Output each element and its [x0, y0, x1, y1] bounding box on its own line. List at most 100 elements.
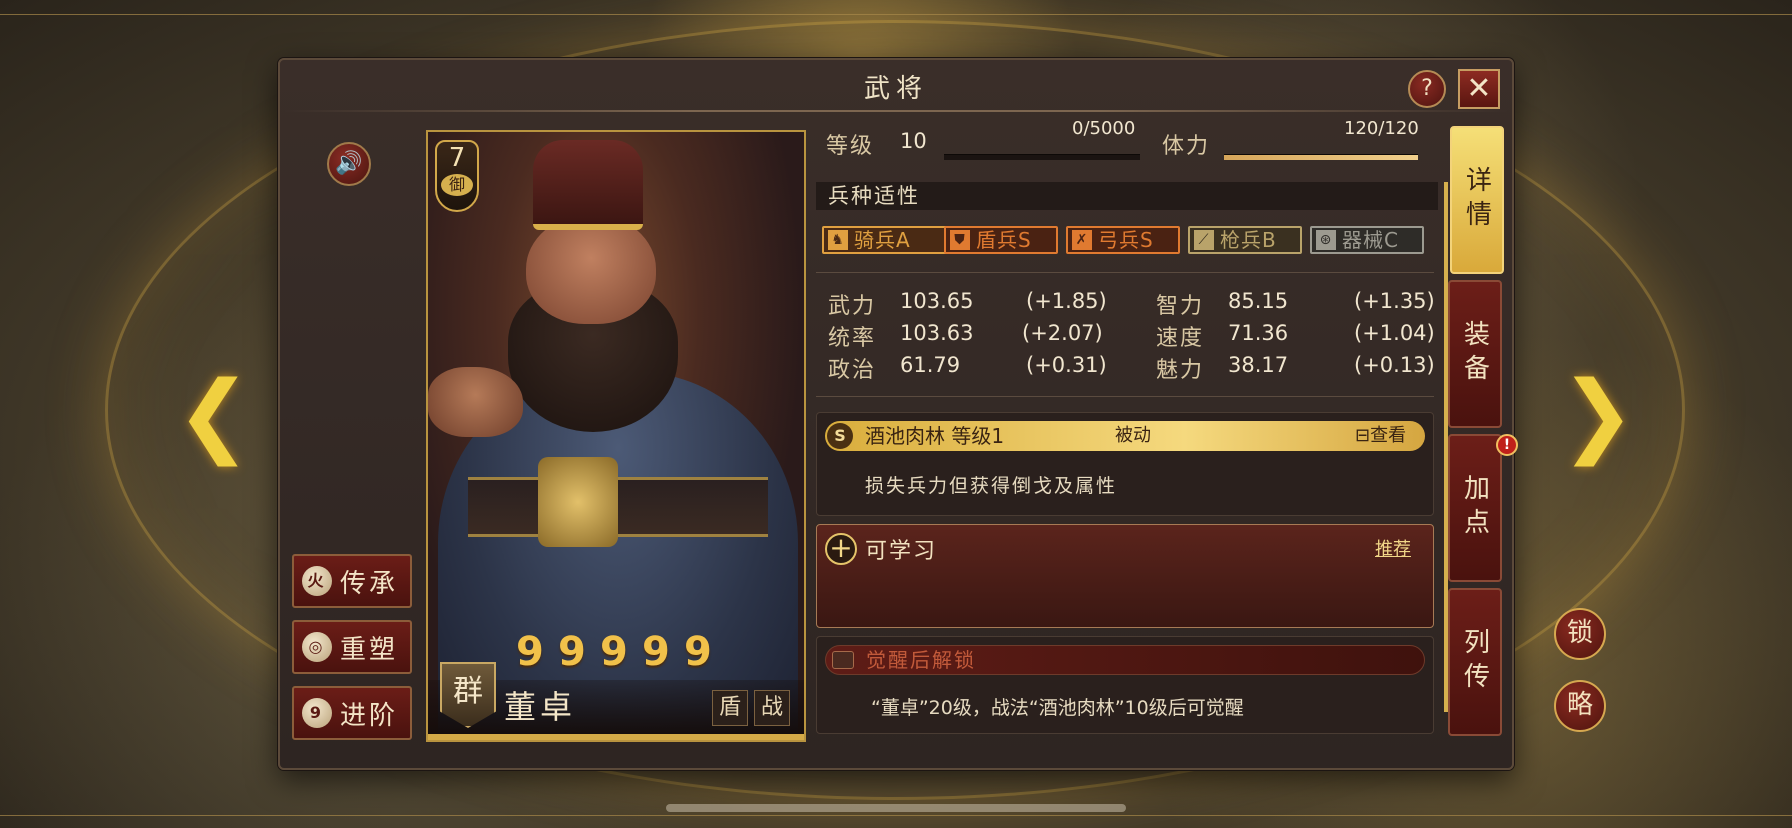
skill-kind: 被动: [1115, 425, 1151, 446]
book-icon: ⊟: [1355, 425, 1371, 446]
troop-archer: ✗ 弓兵S: [1066, 226, 1180, 254]
portrait-hand: [428, 367, 523, 437]
attr-label: 政治: [828, 358, 877, 383]
reshape-label: 重塑: [340, 634, 399, 665]
advance-label: 进阶: [340, 700, 399, 731]
stamina-value: 120/120: [1344, 118, 1419, 139]
attr-value: 103.63: [900, 321, 974, 345]
troop-label: 弓兵S: [1098, 228, 1154, 252]
reshape-button[interactable]: ◎ 重塑: [292, 620, 412, 674]
portrait-buckle: [538, 457, 618, 547]
attr-bonus: (+2.07): [1022, 321, 1103, 345]
troop-label: 盾兵S: [976, 228, 1032, 252]
recommend-link[interactable]: 推荐: [1375, 535, 1411, 561]
attr-value: 103.65: [900, 289, 974, 313]
hero-name: 董卓: [504, 688, 577, 726]
tab-details[interactable]: 详情: [1450, 126, 1504, 274]
coin-icon: 9: [642, 629, 670, 675]
coin-icon: 9: [558, 629, 586, 675]
fire-icon: 火: [302, 566, 332, 596]
learnable-label: 可学习: [865, 539, 938, 564]
learnable-skill-slot[interactable]: + 可学习 推荐: [816, 524, 1434, 628]
awaken-label: 觉醒后解锁: [866, 648, 976, 672]
siege-icon: ⊛: [1316, 230, 1336, 250]
attr-label: 魅力: [1156, 358, 1205, 383]
attr-value: 61.79: [900, 353, 961, 377]
speaker-icon: 🔊: [335, 151, 363, 176]
troop-aptitude-heading: 兵种适性: [816, 182, 1438, 210]
stats-divider-bottom: [816, 396, 1434, 397]
awaken-coins: 9 9 9 9 9: [516, 632, 718, 672]
lock-button[interactable]: 锁: [1554, 608, 1606, 660]
awaken-hint: “董卓”20级，战法“酒池肉林”10级后可觉醒: [871, 697, 1244, 719]
advance-icon: 9: [302, 698, 332, 728]
cavalry-icon: ♞: [828, 230, 848, 250]
skill-grade-icon: S: [827, 423, 853, 449]
coin-icon: 9: [516, 629, 544, 675]
troop-siege: ⊛ 器械C: [1310, 226, 1424, 254]
level-label: 等级: [826, 134, 875, 159]
skill-bar: S 酒池肉林 等级1 被动 ⊟查看: [825, 421, 1425, 451]
bow-icon: ✗: [1072, 230, 1092, 250]
hero-type-badge: 御: [441, 174, 473, 196]
spear-icon: ⟋: [1194, 230, 1214, 250]
skill-card[interactable]: S 酒池肉林 等级1 被动 ⊟查看 损失兵力但获得倒戈及属性: [816, 412, 1434, 516]
inherit-button[interactable]: 火 传承: [292, 554, 412, 608]
close-button[interactable]: ✕: [1458, 69, 1500, 109]
hero-tag-battle: 战: [754, 690, 790, 726]
attr-bonus: (+0.13): [1354, 353, 1435, 377]
shield-icon: ⛊: [950, 230, 970, 250]
troop-cavalry: ♞ 骑兵A: [822, 226, 952, 254]
hero-portrait[interactable]: 7 御 9 9 9 9 9 群 董卓 盾 战: [426, 130, 806, 742]
help-button[interactable]: ?: [1408, 70, 1446, 108]
attr-label: 速度: [1156, 326, 1205, 351]
attr-label: 武力: [828, 294, 877, 319]
hero-tag-shield: 盾: [712, 690, 748, 726]
hero-detail-panel: 武将 ? ✕ 🔊 火 传承 ◎ 重塑 9 进阶 7 御 9 9 9 9 9 群 …: [278, 58, 1518, 770]
home-indicator[interactable]: [666, 804, 1126, 812]
tab-equipment[interactable]: 装备: [1448, 280, 1502, 428]
previous-hero-arrow-icon[interactable]: ❮: [176, 370, 251, 460]
star-rank-badge: 7 御: [435, 140, 479, 212]
attr-value: 85.15: [1228, 289, 1289, 313]
exp-bar: [944, 154, 1140, 160]
next-hero-arrow-icon[interactable]: ❯: [1560, 370, 1635, 460]
portrait-belt: [468, 477, 768, 537]
reshape-icon: ◎: [302, 632, 332, 662]
skill-name: 酒池肉林 等级1: [865, 424, 1005, 448]
strategy-button[interactable]: 略: [1554, 680, 1606, 732]
top-divider: [0, 14, 1792, 15]
attr-bonus: (+1.85): [1026, 289, 1107, 313]
skill-view-label: 查看: [1370, 425, 1407, 446]
plus-icon: +: [825, 533, 857, 565]
star-count: 7: [448, 143, 466, 173]
stamina-bar: [1224, 154, 1418, 160]
attr-value: 38.17: [1228, 353, 1289, 377]
panel-title: 武将: [863, 74, 928, 104]
bottom-divider: [0, 815, 1792, 816]
tab-attribute-points[interactable]: 加点: [1448, 434, 1502, 582]
coin-icon: 9: [684, 629, 712, 675]
troop-label: 枪兵B: [1220, 228, 1277, 252]
title-divider: [284, 110, 1508, 112]
alert-badge: !: [1496, 434, 1518, 456]
stamina-bar-fill: [1224, 155, 1418, 160]
awaken-bar: 觉醒后解锁: [825, 645, 1425, 675]
advance-button[interactable]: 9 进阶: [292, 686, 412, 740]
attr-label: 智力: [1156, 294, 1205, 319]
troop-shield: ⛊ 盾兵S: [944, 226, 1058, 254]
attr-label: 统率: [828, 326, 877, 351]
attr-value: 71.36: [1228, 321, 1289, 345]
sound-button[interactable]: 🔊: [327, 142, 371, 186]
troop-label: 骑兵A: [854, 228, 911, 252]
awaken-slot: 觉醒后解锁 “董卓”20级，战法“酒池肉林”10级后可觉醒: [816, 636, 1434, 734]
attr-bonus: (+1.04): [1354, 321, 1435, 345]
tab-biography[interactable]: 列传: [1448, 588, 1502, 736]
skill-description: 损失兵力但获得倒戈及属性: [865, 475, 1118, 497]
skill-view-link[interactable]: ⊟查看: [1355, 421, 1406, 451]
portrait-hat: [533, 140, 643, 230]
troop-spear: ⟋ 枪兵B: [1188, 226, 1302, 254]
troop-label: 器械C: [1342, 228, 1399, 252]
portrait-face: [526, 214, 656, 324]
level-value: 10: [900, 129, 927, 153]
